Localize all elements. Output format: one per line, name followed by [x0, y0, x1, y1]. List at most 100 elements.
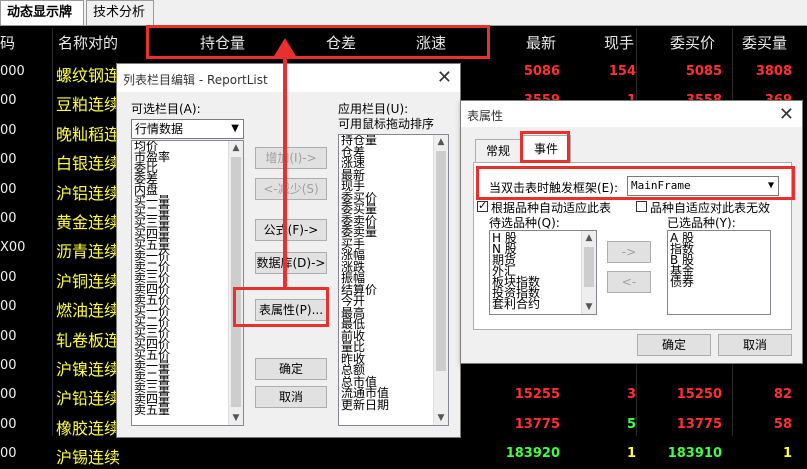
auto-adapt-checkbox[interactable]: ✓: [477, 199, 488, 212]
scroll-thumb[interactable]: [231, 157, 241, 407]
row-code: 00: [0, 446, 17, 462]
row-code: 00: [0, 387, 17, 403]
row-bidvol: 58: [773, 416, 792, 432]
row-name: 晚籼稻连: [56, 124, 121, 144]
dialog-titlebar: 表属性 ✕: [461, 101, 802, 127]
tab-general[interactable]: 常规: [475, 139, 521, 162]
row-name: 黄金连续: [56, 213, 121, 232]
row-code: X00: [0, 240, 26, 256]
category-select[interactable]: 行情数据 ▼: [131, 119, 244, 139]
row-code: 00: [0, 181, 17, 197]
dialog-title: 列表栏目编辑 - ReportList: [123, 73, 268, 87]
pending-varieties-label: 待选品种(Q):: [489, 216, 560, 230]
col-latest[interactable]: 最新: [526, 32, 556, 53]
scroll-down-icon[interactable]: ▼: [229, 411, 243, 425]
col-bid-price[interactable]: 委买价: [670, 32, 715, 53]
row-code: 00: [0, 122, 17, 138]
scroll-down-icon[interactable]: ▼: [582, 300, 596, 314]
col-code[interactable]: 码: [0, 32, 15, 53]
scrollbar[interactable]: ▲ ▼: [581, 231, 596, 314]
col-bid-volume[interactable]: 委买量: [742, 32, 787, 53]
scroll-down-icon[interactable]: ▼: [434, 411, 448, 425]
dialog-title: 表属性: [467, 109, 504, 123]
scroll-thumb[interactable]: [436, 151, 446, 371]
scrollbar[interactable]: ▲ ▼: [433, 135, 448, 425]
move-left-button[interactable]: <-: [607, 271, 651, 293]
highlight-box-frame-select: [476, 166, 795, 200]
ok-button[interactable]: 确定: [255, 358, 327, 380]
checkmark-icon: ✓: [478, 199, 488, 212]
row-bid: 15250: [676, 387, 722, 403]
close-icon[interactable]: ✕: [779, 104, 794, 125]
table-row[interactable]: 00 沪锡连续 183920 1 183910 1: [0, 440, 807, 469]
row-now: 154: [608, 64, 636, 79]
selected-varieties-label: 已选品种(Y):: [667, 216, 736, 230]
available-columns-label: 可选栏目(A):: [131, 102, 201, 116]
view-tab-bar: 动态显示牌 技术分析: [0, 0, 807, 26]
row-code: 000: [0, 64, 25, 79]
scrollbar[interactable]: ▲ ▼: [228, 141, 243, 425]
row-name: 沪铝连续: [56, 183, 121, 203]
highlight-box-header-columns: [146, 25, 490, 59]
table-properties-dialog: 表属性 ✕ 常规 事件 当双击表时触发框架(E): MainFrame ▼ ✓ 根…: [460, 100, 803, 364]
scroll-up-icon[interactable]: ▲: [434, 135, 448, 149]
row-now: 3: [626, 387, 636, 403]
category-value: 行情数据: [135, 122, 184, 136]
ok-button[interactable]: 确定: [637, 334, 711, 356]
all-varieties-checkbox[interactable]: [636, 201, 647, 212]
list-item[interactable]: 卖五量: [132, 404, 243, 416]
row-name: 沪镍连续: [56, 360, 121, 379]
tab-technical-analysis[interactable]: 技术分析: [86, 0, 154, 25]
selected-varieties-list[interactable]: A 股指数 B 股基金 债券: [667, 230, 771, 315]
row-bidvol: 3808: [755, 64, 792, 79]
cancel-button[interactable]: 取消: [255, 386, 327, 408]
col-volume[interactable]: 现手: [604, 32, 634, 53]
row-name: 沪铅连续: [56, 389, 121, 409]
row-code: 00: [0, 211, 17, 226]
highlight-box-event-tab: [520, 131, 570, 163]
col-name[interactable]: 名称对的: [58, 32, 118, 53]
row-code: 00: [0, 358, 17, 373]
row-bidvol: 1: [782, 446, 792, 462]
applied-columns-hint: 可用鼠标拖动排序: [338, 117, 435, 131]
chevron-down-icon: ▼: [231, 123, 239, 134]
highlight-box-props-button: [233, 287, 329, 327]
row-latest: 15255: [514, 387, 560, 403]
row-code: 00: [0, 328, 17, 344]
row-code: 00: [0, 93, 17, 109]
row-name: 螺纹钢连: [56, 66, 121, 85]
row-name: 橡胶连续: [56, 418, 121, 438]
available-columns-list[interactable]: 均价 市盈率 委比 委差 内盘 买一量 买二量 买三量 买四量 买五量 卖一价 卖二价 卖三价 卖四价 卖五…: [131, 140, 244, 426]
scroll-up-icon[interactable]: ▲: [229, 141, 243, 155]
row-name: 燃油连续: [56, 301, 121, 321]
pending-varieties-list[interactable]: H 股N 股期货 外汇 板块指数 投资指数 套利合约 ▲ ▼: [489, 230, 597, 315]
list-item[interactable]: 更新日期: [339, 399, 448, 412]
scroll-up-icon[interactable]: ▲: [582, 231, 596, 245]
row-name: 沪锡连续: [56, 448, 121, 468]
applied-columns-list[interactable]: 持仓量 仓差 涨速 最新 现手 委买价 委买量 委卖价 委卖量 买手 涨幅 涨跌 振幅 结算价 今开 最高 最低…: [338, 134, 449, 426]
row-now: 5: [626, 416, 636, 432]
move-right-button[interactable]: ->: [607, 241, 651, 263]
row-name: 沥青连续: [56, 242, 121, 262]
row-bid: 13775: [676, 416, 722, 432]
row-bid: 183910: [667, 446, 722, 462]
row-bidvol: 82: [773, 387, 792, 403]
row-latest: 183920: [505, 446, 560, 462]
close-icon[interactable]: ✕: [437, 67, 452, 88]
row-name: 豆粕连续: [56, 95, 121, 115]
row-code: 00: [0, 299, 17, 315]
row-name: 沪铜连续: [56, 271, 121, 291]
cancel-button[interactable]: 取消: [718, 334, 792, 356]
row-code: 00: [0, 269, 17, 285]
row-name: 白银连续: [56, 154, 121, 174]
row-name: 轧卷板连: [56, 330, 121, 350]
list-item[interactable]: 债券: [668, 276, 770, 288]
row-code: 00: [0, 416, 17, 432]
row-latest: 5086: [523, 64, 560, 79]
row-now: 1: [626, 446, 636, 462]
row-latest: 13775: [514, 416, 560, 432]
scroll-thumb[interactable]: [584, 247, 594, 287]
tab-dynamic-board[interactable]: 动态显示牌: [0, 0, 84, 25]
annotation-arrow-icon: [274, 38, 296, 288]
row-bid: 5085: [685, 64, 722, 79]
